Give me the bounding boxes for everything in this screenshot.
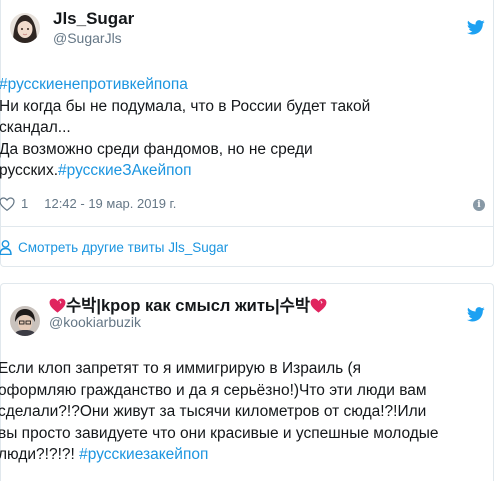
tweet-line: Да возможно среди фандомов, но не среди [0, 140, 313, 158]
tweet-line: Если клоп запретят то я иммигрирую в Изр… [0, 360, 362, 377]
heart-emoji-icon [310, 298, 327, 313]
display-name[interactable]: Jls_Sugar [53, 9, 134, 29]
tweet-line: люди?!?!?! #русскиезакейпоп [0, 444, 439, 466]
display-name-text: |kpop как смысл жить| [96, 297, 280, 315]
tweet-text: #русскиенепротивкейпопа Ни когда бы не п… [0, 74, 479, 182]
display-name[interactable]: 수박|kpop как смысл жить|수박 [49, 292, 327, 316]
more-tweets-label[interactable]: Смотреть другие твиты Jls_Sugar [18, 240, 228, 255]
avatar-image [10, 13, 40, 43]
tweet-line: скандал... [0, 119, 71, 137]
avatar-image [10, 306, 40, 336]
twitter-bird-icon[interactable] [467, 307, 485, 322]
tweet-line: вы просто завидуете что они красивые и у… [0, 424, 439, 442]
display-name-korean: 수박 [279, 297, 311, 315]
more-tweets-link[interactable]: Смотреть другие твиты Jls_Sugar [0, 240, 228, 255]
user-handle[interactable]: @SugarJls [53, 30, 122, 46]
tweet-line: Ни когда бы не подумала, что в России бу… [0, 97, 371, 115]
hashtag[interactable]: #русскиеЗАкейпоп [58, 162, 192, 179]
tweet-meta: 1 12:42 - 19 мар. 2019 г. [0, 196, 176, 211]
tweet-text: Если клоп запретят то я иммигрирую в Изр… [0, 358, 439, 466]
twitter-bird-icon[interactable] [467, 20, 485, 35]
tweet-line: оформляю гражданство и да я серьёзно!)Чт… [0, 381, 427, 399]
tweet-line-text: люди?!?!?! [0, 446, 80, 464]
hashtag[interactable]: #русскиезакейпоп [79, 446, 208, 463]
avatar[interactable] [10, 306, 40, 336]
tweet-card-1: Jls_Sugar @SugarJls #русскиенепротивкейп… [0, 0, 494, 267]
person-icon [0, 240, 12, 255]
tweet-line: #русскиенепротивкейпопа [0, 74, 479, 96]
tweet-line: сделали?!?Они живут за тысячи километров… [0, 403, 427, 421]
info-icon[interactable]: i [473, 199, 485, 211]
avatar[interactable] [10, 13, 40, 43]
divider [1, 226, 493, 227]
tweet-line-text: русских. [0, 162, 59, 180]
tweet-line: русских.#русскиеЗАкейпоп [0, 160, 479, 182]
heart-outline-icon[interactable] [0, 196, 15, 211]
display-name-korean: 수박 [66, 297, 97, 315]
user-handle[interactable]: @kookiarbuzik [49, 314, 141, 330]
tweet-timestamp[interactable]: 12:42 - 19 мар. 2019 г. [44, 196, 176, 211]
like-count[interactable]: 1 [21, 196, 28, 211]
hashtag[interactable]: #русскиенепротивкейпопа [0, 76, 188, 93]
heart-emoji-icon [49, 298, 66, 313]
